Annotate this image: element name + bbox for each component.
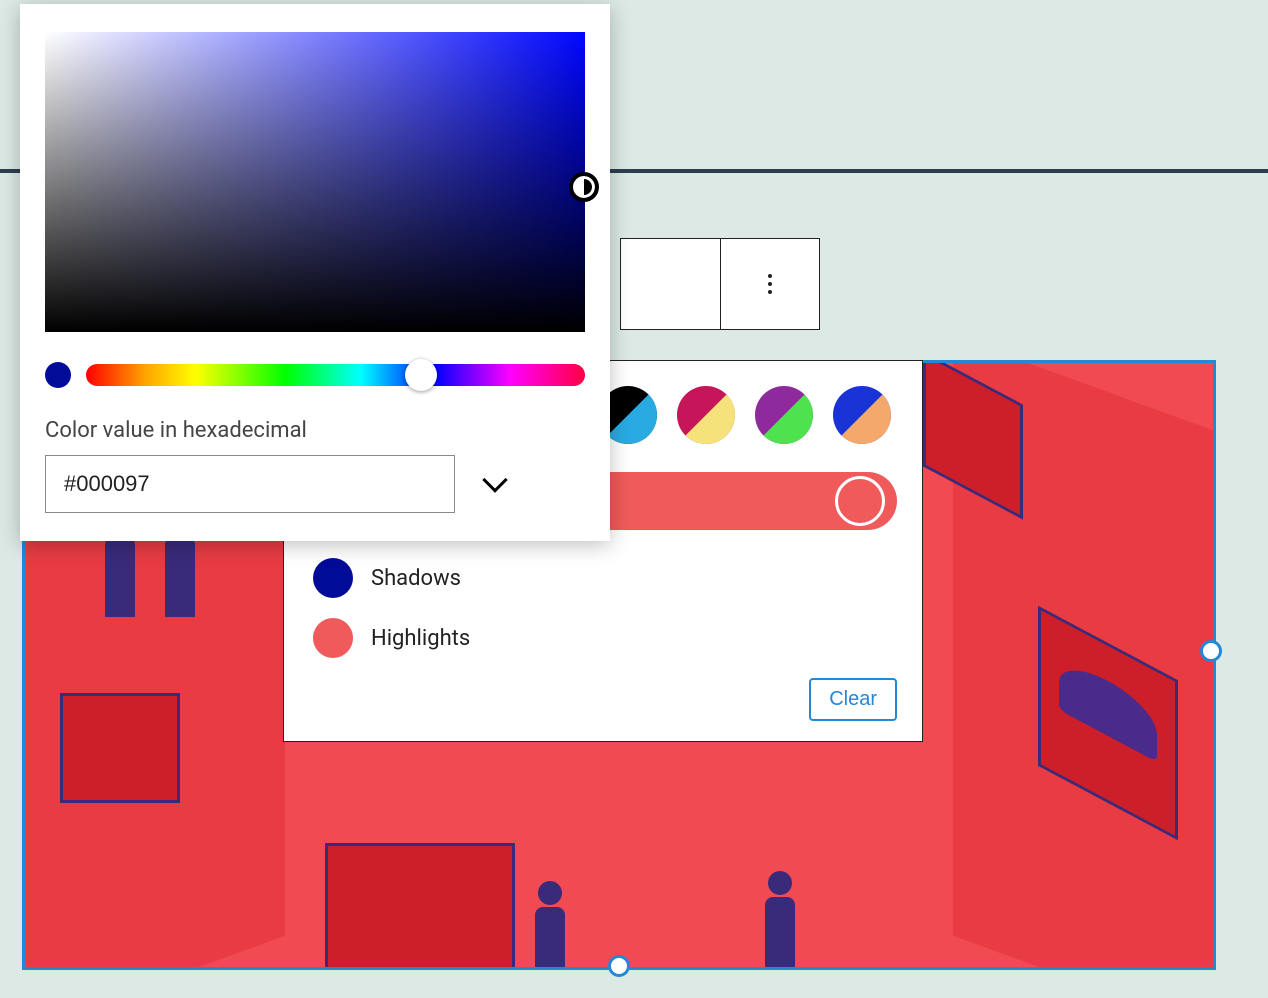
shadows-label: Shadows	[371, 566, 461, 591]
duotone-swatch-2[interactable]	[677, 386, 735, 444]
hex-input[interactable]	[45, 455, 455, 513]
block-toolbar	[620, 238, 820, 330]
duotone-highlight-half[interactable]	[599, 472, 897, 530]
saturation-thumb[interactable]	[569, 172, 599, 202]
highlights-label: Highlights	[371, 626, 470, 651]
hue-preview-dot	[45, 362, 71, 388]
chevron-down-icon	[482, 467, 507, 492]
illustration-figure	[765, 871, 795, 970]
hue-slider[interactable]	[86, 364, 585, 386]
saturation-lightness-area[interactable]	[45, 32, 585, 332]
resize-handle-right[interactable]	[1200, 640, 1222, 662]
illustration-frame	[60, 693, 180, 803]
illustration-frame	[325, 843, 515, 970]
shadows-dot-icon	[313, 558, 353, 598]
highlight-color-indicator[interactable]	[835, 476, 885, 526]
toolbar-slot[interactable]	[620, 238, 720, 330]
resize-handle-bottom[interactable]	[608, 955, 630, 977]
duotone-swatch-3[interactable]	[755, 386, 813, 444]
kebab-icon	[768, 274, 772, 294]
more-options-button[interactable]	[720, 238, 820, 330]
hue-thumb[interactable]	[405, 359, 437, 391]
shadows-legend: Shadows	[309, 558, 897, 598]
highlights-dot-icon	[313, 618, 353, 658]
highlights-legend: Highlights	[309, 618, 897, 658]
clear-button[interactable]: Clear	[809, 678, 897, 721]
color-picker-popover: Color value in hexadecimal	[20, 4, 610, 541]
hex-input-label: Color value in hexadecimal	[45, 418, 585, 443]
duotone-swatch-4[interactable]	[833, 386, 891, 444]
illustration-figure	[535, 881, 565, 970]
format-toggle-button[interactable]	[475, 464, 515, 504]
